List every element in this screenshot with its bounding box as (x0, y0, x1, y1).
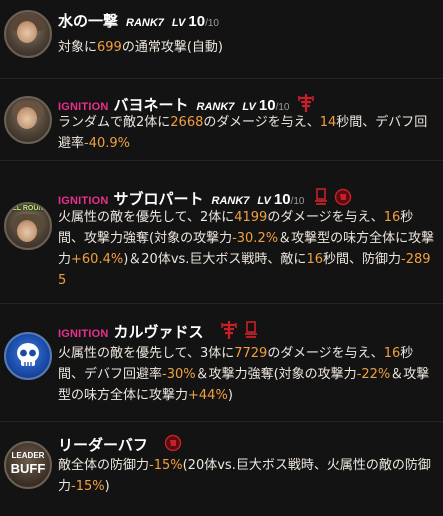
skill-level-label: LV (171, 17, 186, 29)
highlight-value: -30% (162, 367, 196, 382)
skill-level: 10 (273, 191, 291, 208)
skill-name: カルヴァドス (113, 323, 204, 341)
skill-title: 水の一撃 RANK7 LV 10 /10 (58, 10, 219, 32)
highlight-value: -22% (356, 367, 391, 382)
ignition-label: IGNITION (58, 328, 109, 340)
skill-name: 水の一撃 (58, 12, 119, 30)
skill-level-label: LV (257, 195, 271, 207)
crest-emblem-icon (298, 94, 315, 112)
skill-title: IGNITION サブロパート RANK7 LV 10 /10 (58, 184, 352, 208)
description-text: 火属性の敵を優先して、2体に (58, 210, 235, 225)
highlight-value: 16 (383, 210, 401, 225)
highlight-value: -40.9% (84, 136, 131, 151)
skill-level-max: /10 (290, 196, 305, 207)
leader-label: LEADER (11, 451, 45, 460)
crest-emblem-icon (220, 321, 237, 339)
description-text: 火属性の敵を優先して、3体に (58, 346, 235, 361)
highlight-value: 4199 (234, 210, 268, 225)
skill-rank: RANK7 (211, 195, 250, 207)
skill-level: 10 (188, 13, 206, 30)
character-portrait-icon (4, 96, 52, 144)
highlight-value: -30.2% (232, 231, 279, 246)
highlight-value: -15% (71, 479, 105, 494)
skill-description: 敵全体の防御力-15%(20体vs.巨大ボス戦時、火属性の敵の防御力-15%) (58, 455, 436, 497)
skill-rank: RANK7 (126, 17, 164, 29)
description-text: )＆20体vs.巨大ボス戦時、敵に (123, 252, 307, 267)
highlight-value: 699 (97, 40, 122, 55)
description-text: の通常攻撃(自動) (121, 40, 223, 55)
divider (0, 160, 443, 161)
highlight-value: +44% (188, 388, 228, 403)
highlight-value: 16 (383, 346, 401, 361)
character-portrait-icon (4, 10, 52, 58)
all-round-badge: ALL ROUND (7, 205, 49, 212)
fist-emblem-icon (164, 434, 182, 452)
skull-icon (4, 332, 52, 380)
buff-label: BUFF (10, 461, 46, 476)
description-text: 敵全体の防御力 (58, 458, 150, 473)
description-text: のダメージを与え、 (203, 115, 320, 130)
highlight-value: 7729 (234, 346, 268, 361)
description-text: ランダムで敵2体に (58, 115, 171, 130)
skill-description: 対象に699の通常攻撃(自動) (58, 37, 436, 58)
skill-description: ランダムで敵2体に2668のダメージを与え、14秒間、デバフ回避率-40.9% (58, 112, 436, 154)
description-text: 対象に (58, 40, 98, 55)
skill-level-max: /10 (205, 18, 219, 29)
divider (0, 421, 443, 422)
highlight-value: 2668 (170, 115, 204, 130)
steal-emblem-icon (244, 321, 257, 338)
description-text: のダメージを与え、 (267, 346, 384, 361)
description-text: ) (104, 479, 110, 494)
skill-description: 火属性の敵を優先して、3体に7729のダメージを与え、16秒間、デバフ回避率-3… (58, 343, 436, 406)
description-text: ) (227, 388, 233, 403)
highlight-value: 16 (306, 252, 323, 267)
skill-name: サブロパート (113, 190, 204, 208)
skill-description: 火属性の敵を優先して、2体に4199のダメージを与え、16秒間、攻撃力強奪(対象… (58, 207, 436, 291)
description-text: ＆攻撃力強奪(対象の攻撃力 (195, 367, 357, 382)
highlight-value: -15% (149, 458, 183, 473)
character-portrait-icon: ALL ROUND (4, 202, 52, 250)
ignition-label: IGNITION (58, 195, 109, 207)
highlight-value: 14 (319, 115, 337, 130)
steal-emblem-icon (315, 188, 328, 205)
leader-buff-icon: LEADER BUFF (4, 441, 52, 489)
skill-title: IGNITION カルヴァドス (58, 317, 260, 341)
description-text: 秒間、防御力 (322, 252, 401, 267)
skill-title: IGNITION バヨネート RANK7 LV 10 /10 (58, 90, 315, 114)
divider (0, 303, 443, 304)
description-text: のダメージを与え、 (267, 210, 384, 225)
skill-title: リーダーバフ (58, 430, 182, 454)
skill-name: リーダーバフ (58, 436, 148, 454)
highlight-value: +60.4% (71, 252, 124, 267)
divider (0, 78, 443, 79)
fist-emblem-icon (335, 188, 352, 206)
